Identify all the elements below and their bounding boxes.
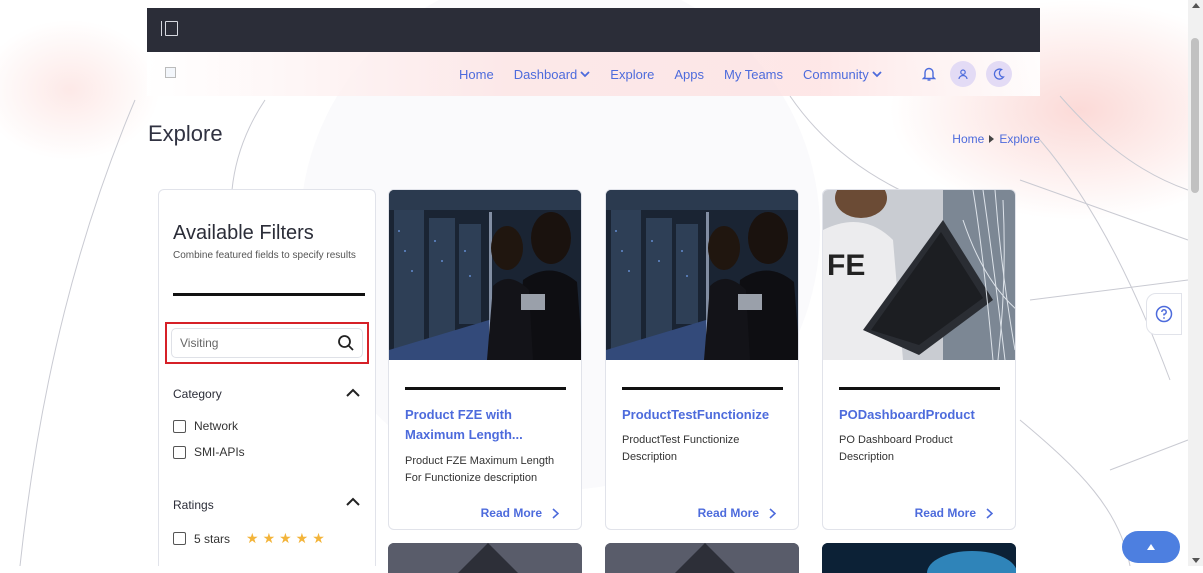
help-button[interactable] (1146, 293, 1182, 335)
product-card-partial[interactable] (605, 543, 799, 573)
chevron-down-icon (872, 70, 882, 77)
nav-icons (918, 61, 1012, 87)
card-divider (839, 387, 1000, 390)
nav-home-label: Home (459, 66, 494, 82)
scroll-to-top-button[interactable] (1122, 531, 1180, 563)
chevron-down-icon (580, 70, 590, 77)
filters-panel: Available Filters Combine featured field… (158, 189, 376, 566)
checkbox-label: Network (194, 419, 239, 433)
card-description: Product FZE Maximum Length For Functioni… (405, 455, 555, 484)
bell-icon[interactable] (918, 61, 940, 87)
card-divider (622, 387, 783, 390)
breadcrumb: Home Explore (952, 132, 1040, 146)
chevron-right-icon (986, 507, 993, 519)
arrow-up-icon (1147, 544, 1155, 550)
chevron-up-icon[interactable] (346, 497, 360, 507)
engineer-laptop-photo: FE (823, 190, 1015, 360)
nav-my-teams-link[interactable]: My Teams (724, 67, 783, 82)
toolbar-divider (161, 21, 162, 36)
nav-dashboard-link[interactable]: Dashboard (514, 67, 591, 82)
nav-explore-link[interactable]: Explore (610, 67, 654, 82)
card-title[interactable]: ProductTestFunctionize (622, 405, 787, 425)
nav-home-link[interactable]: Home (459, 67, 494, 82)
product-card-partial[interactable] (822, 543, 1016, 573)
card-description: ProductTest Functionize Description (622, 434, 740, 463)
search-highlight (165, 322, 369, 364)
ratings-option-5-stars[interactable]: 5 stars ★★★★★ (173, 530, 329, 547)
nav-my-teams-label: My Teams (724, 66, 784, 82)
checkbox[interactable] (173, 419, 186, 433)
product-card[interactable]: FE PODashboardProduct PO Dashboard Produ… (822, 189, 1016, 530)
read-more-link[interactable]: Read More (698, 506, 776, 520)
category-option-network[interactable]: Network (173, 419, 238, 433)
read-more-link[interactable]: Read More (481, 506, 559, 520)
nav-apps-label: Apps (674, 66, 705, 82)
scroll-down-arrow-icon[interactable] (1192, 558, 1200, 563)
card-photo (605, 543, 799, 573)
breadcrumb-separator-icon (989, 135, 995, 143)
nav-apps-link[interactable]: Apps (674, 67, 704, 82)
product-card[interactable]: ProductTestFunctionize ProductTest Funct… (605, 189, 799, 530)
breadcrumb-home-link[interactable]: Home (952, 132, 984, 146)
card-title[interactable]: PODashboardProduct (839, 405, 1004, 425)
nav-links: Home Dashboard Explore Apps My Teams Com… (459, 52, 902, 96)
help-icon (1155, 305, 1173, 323)
datacenter-photo (606, 190, 798, 360)
product-card[interactable]: Product FZE with Maximum Length... Produ… (388, 189, 582, 530)
filters-subtitle: Combine featured fields to specify resul… (173, 250, 356, 261)
nav-dashboard-label: Dashboard (513, 66, 578, 82)
card-photo (822, 543, 1016, 573)
datacenter-photo (389, 190, 581, 360)
filters-title: Available Filters (173, 222, 314, 244)
moon-icon[interactable] (986, 61, 1012, 87)
svg-text:FE: FE (827, 249, 865, 282)
card-divider (405, 387, 566, 390)
card-title[interactable]: Product FZE with Maximum Length... (405, 405, 570, 445)
scrollbar[interactable] (1188, 0, 1203, 566)
breadcrumb-current: Explore (999, 132, 1040, 146)
filters-divider (173, 293, 365, 296)
star-rating-icon: ★★★★★ (246, 530, 329, 546)
chevron-right-icon (552, 507, 559, 519)
main-navbar: Home Dashboard Explore Apps My Teams Com… (147, 52, 1040, 96)
product-card-partial[interactable] (388, 543, 582, 573)
checkbox-label: 5 stars (194, 531, 231, 546)
scroll-up-arrow-icon[interactable] (1192, 3, 1200, 8)
sidebar-toggle-icon[interactable] (165, 21, 178, 36)
category-heading: Category (173, 387, 222, 401)
search-input[interactable] (180, 334, 330, 352)
search-field (171, 328, 363, 358)
read-more-link[interactable]: Read More (915, 506, 993, 520)
nav-community-label: Community (803, 66, 869, 82)
category-option-smi-apis[interactable]: SMI-APIs (173, 445, 245, 459)
card-photo (388, 543, 582, 573)
checkbox[interactable] (173, 532, 186, 545)
page-title: Explore (148, 121, 223, 146)
logo-broken-image-icon[interactable] (165, 67, 176, 78)
chevron-right-icon (769, 507, 776, 519)
read-more-label: Read More (480, 506, 542, 520)
checkbox[interactable] (173, 445, 186, 459)
card-description: PO Dashboard Product Description (839, 434, 953, 463)
user-icon[interactable] (950, 61, 976, 87)
read-more-label: Read More (914, 506, 976, 520)
top-toolbar (147, 8, 1040, 52)
checkbox-label: SMI-APIs (194, 445, 245, 459)
nav-explore-label: Explore (610, 66, 655, 82)
search-icon[interactable] (337, 334, 355, 352)
nav-community-link[interactable]: Community (803, 67, 882, 82)
chevron-up-icon[interactable] (346, 388, 360, 398)
ratings-heading: Ratings (173, 498, 214, 512)
read-more-label: Read More (697, 506, 759, 520)
scrollbar-thumb[interactable] (1191, 38, 1199, 193)
